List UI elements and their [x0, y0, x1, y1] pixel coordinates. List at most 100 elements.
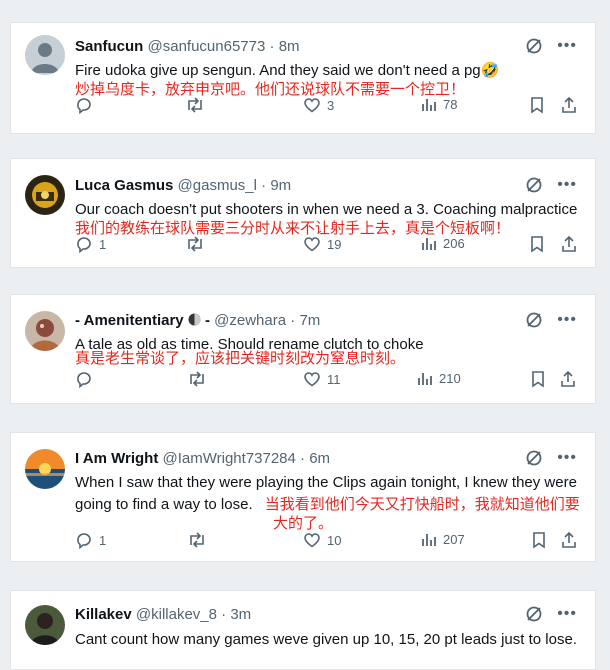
views-button[interactable]: 210: [417, 370, 461, 386]
grok-icon[interactable]: [525, 449, 543, 467]
retweet-icon: [188, 236, 202, 252]
retweet-button[interactable]: [187, 531, 213, 549]
separator-dot: ·: [269, 38, 275, 55]
bookmark-button[interactable]: [529, 235, 545, 253]
more-options-icon[interactable]: •••: [557, 177, 577, 193]
like-button[interactable]: 11: [303, 370, 341, 388]
tweet-header: Luca Gasmus @gasmus_l · 9m: [75, 177, 595, 194]
tweet-translation-a: 当我看到他们今天又打快船时，我就知道他们要: [264, 495, 580, 513]
profile-photo-icon: [25, 311, 65, 351]
views-icon: [422, 534, 436, 546]
tweet-header-actions: •••: [525, 449, 577, 467]
tweet-actions: 1 19 206: [75, 235, 577, 255]
avatar[interactable]: [25, 605, 65, 645]
tweet-card[interactable]: Killakev @killakev_8 · 3m ••• Cant count…: [10, 590, 596, 670]
moon-emoji-icon: [188, 313, 201, 326]
views-icon: [418, 373, 432, 385]
profile-photo-icon: [25, 605, 65, 645]
share-icon: [561, 370, 575, 387]
tweet-card[interactable]: I Am Wright @IamWright737284 · 6m ••• Wh…: [10, 432, 596, 562]
tweet-time[interactable]: 7m: [299, 312, 320, 329]
tweet-time[interactable]: 8m: [279, 38, 300, 55]
tweet-header: Killakev @killakev_8 · 3m: [75, 606, 595, 623]
share-icon: [562, 235, 576, 252]
avatar[interactable]: [25, 175, 65, 215]
like-count: 3: [327, 97, 335, 113]
bookmark-button[interactable]: [529, 96, 545, 114]
tweet-text-line1: When I saw that they were playing the Cl…: [75, 474, 577, 491]
bookmark-icon: [532, 371, 544, 388]
tweet-actions: 1 10 207: [75, 531, 577, 551]
share-button[interactable]: [560, 531, 578, 549]
reply-icon: [77, 533, 91, 549]
bookmark-button[interactable]: [530, 370, 546, 388]
display-name[interactable]: I Am Wright: [75, 450, 158, 467]
more-options-icon[interactable]: •••: [557, 450, 577, 466]
display-name[interactable]: Sanfucun: [75, 38, 143, 55]
tweet-header-actions: •••: [525, 176, 577, 194]
bookmark-button[interactable]: [531, 531, 547, 549]
retweet-button[interactable]: [185, 96, 211, 114]
profile-photo-icon: [25, 175, 65, 215]
tweet-time[interactable]: 9m: [270, 177, 291, 194]
retweet-button[interactable]: [185, 235, 211, 253]
views-button[interactable]: 206: [421, 235, 465, 251]
reply-count: 1: [99, 532, 107, 548]
heart-icon: [304, 372, 320, 387]
tweet-card[interactable]: Luca Gasmus @gasmus_l · 9m ••• Our coach…: [10, 158, 596, 268]
grok-icon[interactable]: [525, 37, 543, 55]
avatar[interactable]: [25, 35, 65, 75]
reply-icon: [77, 237, 91, 253]
display-name[interactable]: Luca Gasmus: [75, 177, 173, 194]
tweet-header-actions: •••: [525, 311, 577, 329]
reply-button[interactable]: 1: [75, 235, 106, 253]
more-options-icon[interactable]: •••: [557, 38, 577, 54]
user-handle[interactable]: @killakev_8: [136, 606, 217, 623]
grok-icon[interactable]: [525, 311, 543, 329]
share-button[interactable]: [559, 370, 577, 388]
tweet-header-actions: •••: [525, 605, 577, 623]
view-count: 210: [439, 370, 461, 386]
reply-button[interactable]: [75, 370, 99, 388]
display-name[interactable]: Killakev: [75, 606, 132, 623]
share-button[interactable]: [560, 96, 578, 114]
tweet-header-actions: •••: [525, 37, 577, 55]
like-button[interactable]: 19: [303, 235, 341, 253]
like-button[interactable]: 10: [303, 531, 341, 549]
tweet-translation-b: 大的了。: [273, 514, 334, 532]
display-name[interactable]: - Amenitentiary: [75, 312, 184, 329]
tweet-card[interactable]: - Amenitentiary - @zewhara · 7m ••• A ta…: [10, 294, 596, 404]
reply-count: 1: [99, 236, 107, 252]
reply-button[interactable]: [75, 96, 99, 114]
user-handle[interactable]: @sanfucun65773: [148, 38, 266, 55]
tweet-text: Cant count how many games weve given up …: [75, 631, 577, 648]
display-name-suffix: -: [204, 312, 210, 329]
tweet-header: - Amenitentiary - @zewhara · 7m: [75, 312, 595, 329]
avatar[interactable]: [25, 449, 65, 489]
tweet-time[interactable]: 3m: [230, 606, 251, 623]
user-handle[interactable]: @zewhara: [214, 312, 286, 329]
share-button[interactable]: [560, 235, 578, 253]
avatar[interactable]: [25, 311, 65, 351]
grok-icon[interactable]: [525, 176, 543, 194]
like-count: 11: [327, 371, 341, 387]
tweet-header: I Am Wright @IamWright737284 · 6m: [75, 450, 595, 467]
views-icon: [422, 238, 436, 250]
tweet-card[interactable]: Sanfucun @sanfucun65773 · 8m ••• Fire ud…: [10, 22, 596, 134]
more-options-icon[interactable]: •••: [557, 606, 577, 622]
user-handle[interactable]: @gasmus_l: [178, 177, 257, 194]
views-button[interactable]: 207: [421, 531, 465, 547]
tweet-time[interactable]: 6m: [309, 450, 330, 467]
user-handle[interactable]: @IamWright737284: [163, 450, 296, 467]
default-avatar-icon: [25, 35, 65, 75]
reply-button[interactable]: 1: [75, 531, 106, 549]
grok-icon[interactable]: [525, 605, 543, 623]
like-count: 19: [327, 236, 342, 252]
like-button[interactable]: 3: [303, 96, 334, 114]
tweet-actions: 3 78: [75, 96, 577, 116]
more-options-icon[interactable]: •••: [557, 312, 577, 328]
retweet-button[interactable]: [187, 370, 213, 388]
view-count: 207: [443, 531, 465, 547]
separator-dot: ·: [221, 606, 227, 623]
views-button[interactable]: 78: [421, 96, 457, 112]
